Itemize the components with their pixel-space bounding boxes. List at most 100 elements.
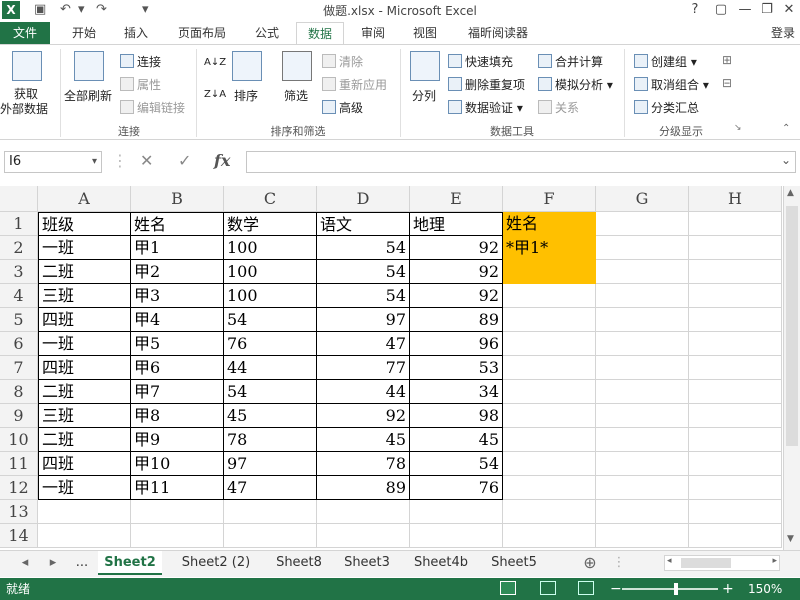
table-cell[interactable]: 54 [317,260,410,284]
row-header[interactable]: 11 [0,452,38,476]
grid-cell[interactable] [131,524,224,548]
tab-formulas[interactable]: 公式 [244,22,290,44]
grid-cell[interactable] [503,500,596,524]
row-header[interactable]: 2 [0,236,38,260]
sheet-tab[interactable]: Sheet2 [98,551,162,575]
table-cell[interactable]: 甲11 [131,476,224,500]
column-header[interactable]: E [410,186,503,212]
grid-cell[interactable] [503,404,596,428]
remove-duplicates-button[interactable]: 删除重复项 [448,76,525,93]
sheet-tab[interactable]: Sheet5 [482,551,546,575]
grid-cell[interactable] [596,404,689,428]
column-header[interactable]: D [317,186,410,212]
column-header[interactable]: A [38,186,131,212]
name-box[interactable]: I6 ▾ [4,151,102,173]
column-header[interactable]: C [224,186,317,212]
zoom-slider[interactable] [622,588,718,590]
table-cell[interactable]: 96 [410,332,503,356]
group-button[interactable]: 创建组 ▾ [634,53,697,70]
cancel-icon[interactable]: ✕ [140,151,153,170]
advanced-filter-button[interactable]: 高级 [322,99,363,116]
sort-button[interactable]: 排序 [234,87,258,104]
column-header[interactable]: H [689,186,782,212]
row-header[interactable]: 4 [0,284,38,308]
table-cell[interactable]: 89 [317,476,410,500]
grid-cell[interactable] [596,284,689,308]
table-cell[interactable]: 姓名 [503,212,596,236]
table-cell[interactable]: 54 [317,236,410,260]
column-header[interactable]: F [503,186,596,212]
table-cell[interactable]: 二班 [38,428,131,452]
table-cell[interactable]: 78 [224,428,317,452]
reapply-button[interactable]: 重新应用 [322,76,387,93]
grid-cell[interactable] [689,356,782,380]
grid-cell[interactable] [689,476,782,500]
properties-button[interactable]: 属性 [120,76,161,93]
table-cell[interactable]: 34 [410,380,503,404]
table-cell[interactable]: 100 [224,260,317,284]
table-cell[interactable]: 92 [317,404,410,428]
table-cell[interactable]: 甲7 [131,380,224,404]
grid-cell[interactable] [503,308,596,332]
grid-cell[interactable] [596,476,689,500]
tab-data[interactable]: 数据 [296,22,344,45]
row-header[interactable]: 12 [0,476,38,500]
grid-cell[interactable] [503,356,596,380]
horizontal-scrollbar-thumb[interactable] [681,558,731,568]
clear-filter-button[interactable]: 清除 [322,53,363,70]
zoom-level[interactable]: 150% [748,578,782,600]
scrollbar-thumb[interactable] [786,206,798,446]
tab-file[interactable]: 文件 [0,22,50,44]
grid-cell[interactable] [689,428,782,452]
grid-cell[interactable] [38,524,131,548]
scroll-left-icon[interactable]: ◂ [667,556,672,566]
dialog-launcher-icon[interactable]: ↘ [734,123,742,133]
table-cell[interactable]: 一班 [38,236,131,260]
table-cell[interactable]: 一班 [38,476,131,500]
row-header[interactable]: 6 [0,332,38,356]
page-layout-view-icon[interactable] [540,581,556,595]
normal-view-icon[interactable] [500,581,516,595]
relationships-button[interactable]: 关系 [538,99,579,116]
grid-cell[interactable] [596,452,689,476]
consolidate-button[interactable]: 合并计算 [538,53,603,70]
sort-descending-button[interactable]: Z↓A [204,89,226,100]
sheet-tab[interactable]: Sheet3 [334,551,400,575]
row-header[interactable]: 8 [0,380,38,404]
table-cell[interactable]: 78 [317,452,410,476]
data-validation-button[interactable]: 数据验证 ▾ [448,99,523,116]
get-external-data-label[interactable]: 外部数据 [0,100,48,117]
horizontal-scrollbar[interactable]: ◂ ▸ [664,555,780,571]
row-header[interactable]: 5 [0,308,38,332]
grid-cell[interactable] [689,332,782,356]
text-to-columns-button[interactable]: 分列 [412,87,436,104]
grid-cell[interactable] [689,380,782,404]
subtotal-button[interactable]: 分类汇总 [634,99,699,116]
grid-cell[interactable] [503,476,596,500]
tab-home[interactable]: 开始 [60,22,108,44]
vertical-scrollbar[interactable]: ▲ ▼ [783,186,800,550]
table-cell[interactable]: 54 [410,452,503,476]
table-cell[interactable]: 45 [410,428,503,452]
expand-formula-bar-icon[interactable]: ⌄ [781,153,791,167]
collapse-ribbon-icon[interactable]: ⌃ [782,123,790,134]
row-header[interactable]: 1 [0,212,38,236]
what-if-analysis-button[interactable]: 模拟分析 ▾ [538,76,613,93]
table-cell[interactable]: 47 [224,476,317,500]
flash-fill-button[interactable]: 快速填充 [448,53,513,70]
tab-split-handle-icon[interactable]: ⋮ [612,551,626,575]
sheet-nav-more[interactable]: ... [70,551,94,575]
show-detail-icon[interactable]: ⊞ [722,53,732,67]
grid-cell[interactable] [410,524,503,548]
table-cell[interactable]: 92 [410,260,503,284]
grid-cell[interactable] [503,380,596,404]
insert-function-icon[interactable]: fx [214,151,230,170]
table-cell[interactable]: 四班 [38,356,131,380]
grid-cell[interactable] [596,212,689,236]
sheet-tab[interactable]: Sheet4b [404,551,478,575]
grid-cell[interactable] [38,500,131,524]
grid-cell[interactable] [596,332,689,356]
connections-button[interactable]: 连接 [120,53,161,70]
table-cell[interactable]: 甲6 [131,356,224,380]
table-cell[interactable]: 甲2 [131,260,224,284]
